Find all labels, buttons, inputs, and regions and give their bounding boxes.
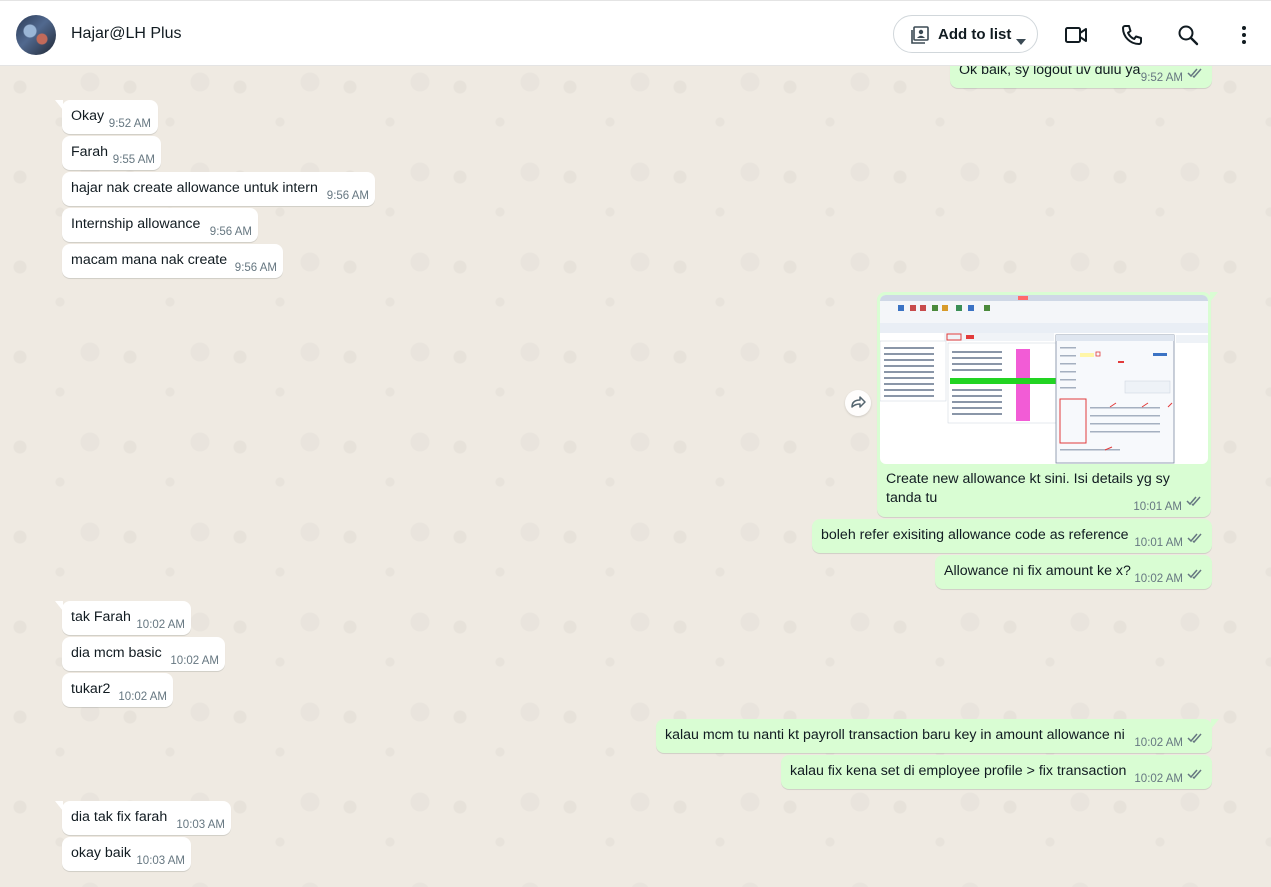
message-incoming[interactable]: macam mana nak create 9:56 AM — [62, 244, 283, 278]
video-call-icon[interactable] — [1064, 23, 1088, 47]
voice-call-icon[interactable] — [1120, 23, 1144, 47]
read-receipt-icon — [1187, 66, 1203, 82]
message-incoming[interactable]: Internship allowance 9:56 AM — [62, 208, 258, 242]
add-to-list-icon — [911, 26, 929, 49]
message-incoming[interactable]: dia mcm basic 10:02 AM — [62, 637, 225, 671]
contact-avatar[interactable] — [16, 15, 56, 55]
message-incoming[interactable]: hajar nak create allowance untuk intern … — [62, 172, 375, 206]
read-receipt-icon — [1186, 493, 1202, 511]
add-to-list-button[interactable]: Add to list — [893, 15, 1038, 53]
search-icon[interactable] — [1176, 23, 1200, 47]
message-incoming[interactable]: Okay 9:52 AM — [55, 100, 158, 134]
forward-icon — [851, 396, 866, 408]
bubble-tail — [55, 801, 63, 811]
message-incoming[interactable]: dia tak fix farah 10:03 AM — [55, 801, 231, 835]
message-incoming[interactable]: Farah 9:55 AM — [62, 136, 161, 170]
bubble-tail — [55, 100, 63, 110]
message-outgoing[interactable]: kalau mcm tu nanti kt payroll transactio… — [656, 719, 1219, 753]
contact-name[interactable]: Hajar@LH Plus — [71, 25, 182, 43]
message-outgoing[interactable]: boleh refer exisiting allowance code as … — [812, 519, 1212, 553]
message-outgoing[interactable]: kalau fix kena set di employee profile >… — [781, 755, 1212, 789]
message-incoming[interactable]: tak Farah 10:02 AM — [55, 601, 191, 635]
message-outgoing[interactable]: Allowance ni fix amount ke x? 10:02 AM — [935, 555, 1212, 589]
bubble-tail — [55, 601, 63, 611]
read-receipt-icon — [1187, 567, 1203, 583]
image-message[interactable]: Create new allowance kt sini. Isi detail… — [877, 292, 1218, 517]
bubble-tail — [1210, 292, 1218, 302]
read-receipt-icon — [1187, 767, 1203, 783]
forward-button[interactable] — [845, 390, 871, 416]
dropdown-caret-icon — [1016, 32, 1026, 50]
read-receipt-icon — [1187, 731, 1203, 747]
screenshot-thumbnail[interactable] — [880, 295, 1208, 464]
message-incoming[interactable]: okay baik 10:03 AM — [62, 837, 191, 871]
add-to-list-label: Add to list — [938, 26, 1012, 43]
menu-icon[interactable] — [1232, 23, 1256, 47]
message-incoming[interactable]: tukar2 10:02 AM — [62, 673, 173, 707]
read-receipt-icon — [1187, 531, 1203, 547]
bubble-tail — [1211, 719, 1219, 729]
chat-header: Hajar@LH Plus Add to list — [0, 0, 1271, 66]
